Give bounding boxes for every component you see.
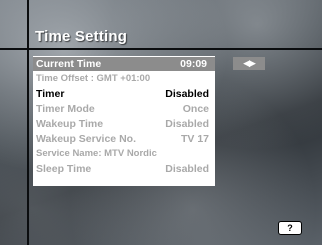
menu-row-label: Wakeup Service No. — [36, 133, 136, 145]
menu-row-value: TV 17 — [180, 133, 209, 145]
menu-row-value: Once — [182, 103, 209, 115]
horizontal-guide-line — [0, 48, 322, 50]
menu-row-label: Timer Mode — [36, 103, 95, 115]
settings-menu: Current Time 09:09 Time Offset : GMT +01… — [33, 56, 215, 186]
menu-row-label: Wakeup Time — [36, 118, 104, 130]
menu-row-timer-mode[interactable]: Timer Mode Once — [33, 102, 215, 116]
menu-row-label: Timer — [36, 88, 65, 100]
menu-row-value: 09:09 — [180, 58, 207, 70]
menu-row-wakeup-service[interactable]: Wakeup Service No. TV 17 — [33, 132, 215, 146]
menu-row-label: Time Offset : GMT +01:00 — [36, 73, 151, 84]
menu-row-sleep-time[interactable]: Sleep Time Disabled — [33, 162, 215, 176]
menu-row-value: Disabled — [165, 118, 209, 130]
menu-row-label: Sleep Time — [36, 163, 92, 175]
menu-row-value: Disabled — [165, 88, 209, 100]
menu-row-service-name[interactable]: Service Name: MTV Nordic — [33, 147, 215, 161]
menu-row-wakeup-time[interactable]: Wakeup Time Disabled — [33, 117, 215, 131]
menu-row-label: Service Name: MTV Nordic — [36, 148, 157, 159]
vertical-guide-line — [27, 0, 29, 245]
menu-row-time-offset[interactable]: Time Offset : GMT +01:00 — [33, 72, 215, 86]
menu-row-timer[interactable]: Timer Disabled — [33, 87, 215, 101]
menu-row-label: Current Time — [36, 58, 102, 70]
tv-background: Time Setting Current Time 09:09 Time Off… — [0, 0, 322, 245]
help-button[interactable]: ? — [278, 221, 302, 235]
menu-row-value: Disabled — [165, 163, 209, 175]
left-right-arrows-icon[interactable]: ◀▶ — [233, 57, 265, 70]
page-title: Time Setting — [35, 28, 128, 45]
menu-row-current-time[interactable]: Current Time 09:09 — [33, 57, 215, 71]
